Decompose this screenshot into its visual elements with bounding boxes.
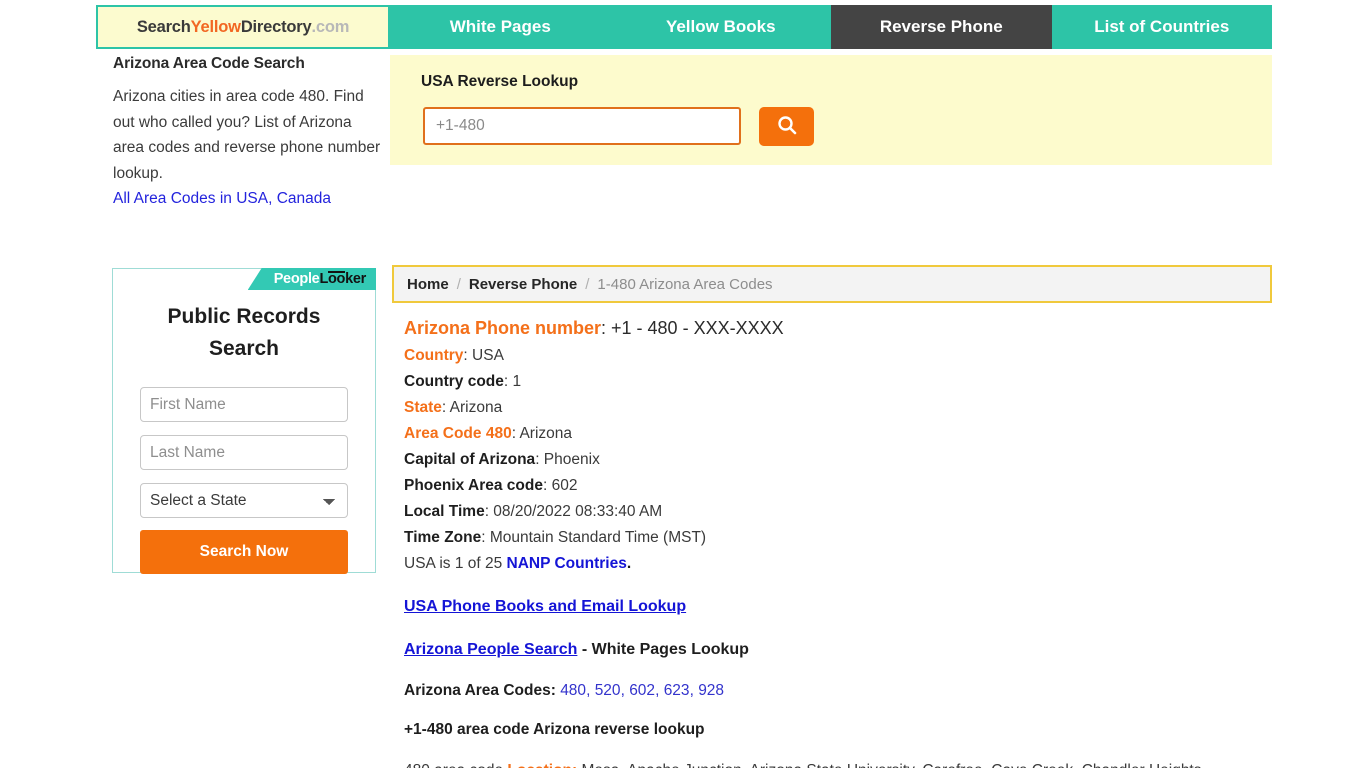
detail-value-phoenix-area-code: : 602 [542, 477, 578, 494]
detail-label-state: State [404, 399, 442, 416]
search-icon [776, 114, 798, 139]
detail-value-capital: : Phoenix [535, 451, 600, 468]
reverse-lookup-panel: USA Reverse Lookup [390, 55, 1272, 165]
breadcrumb-separator-2: / [585, 275, 590, 293]
breadcrumb-current: 1-480 Arizona Area Codes [597, 275, 773, 293]
detail-row-phoenix-area-code: Phoenix Area code: 602 [404, 473, 1254, 499]
people-search-row: Arizona People Search - White Pages Look… [404, 637, 1254, 663]
detail-row-state: State: Arizona [404, 395, 1254, 421]
detail-value-country-code: : 1 [503, 373, 522, 390]
detail-value-state: : Arizona [441, 399, 503, 416]
area-code-link-623[interactable]: 623 [664, 682, 690, 699]
people-search-suffix: - White Pages Lookup [577, 641, 749, 658]
breadcrumb-home[interactable]: Home [407, 276, 449, 293]
top-navigation: Search Yellow Directory .com White Pages Ye… [96, 5, 1272, 49]
nav-item-white-pages[interactable]: White Pages [390, 5, 611, 49]
arizona-area-codes-row: Arizona Area Codes: 480, 520, 602, 623, … [404, 682, 725, 699]
detail-value-local-time: : 08/20/2022 08:33:40 AM [484, 503, 663, 520]
detail-row-time-zone: Time Zone: Mountain Standard Time (MST) [404, 525, 1254, 551]
nav-item-yellow-books[interactable]: Yellow Books [611, 5, 832, 49]
detail-row-area-code: Area Code 480: Arizona [404, 421, 1254, 447]
breadcrumb-separator-1: / [456, 275, 461, 293]
detail-row-country: Country: USA [404, 343, 1254, 369]
detail-label-area-code: Area Code 480 [404, 425, 512, 442]
detail-label-country-code: Country code [404, 373, 504, 390]
all-area-codes-link[interactable]: All Area Codes in USA, Canada [113, 190, 331, 207]
logo-people-text: People [273, 271, 320, 287]
detail-value-phone-number: : +1 - 480 - XXX-XXXX [601, 318, 784, 338]
arizona-people-search-link[interactable]: Arizona People Search [404, 641, 577, 658]
nanp-countries-link[interactable]: NANP Countries [507, 555, 627, 572]
site-logo[interactable]: Search Yellow Directory .com [96, 5, 390, 49]
logo-part-yellow: Yellow [190, 17, 241, 36]
detail-value-area-code: : Arizona [511, 425, 573, 442]
state-select[interactable]: Select a State [140, 483, 348, 518]
logo-looker-text: Looker [319, 271, 366, 287]
area-code-link-928[interactable]: 928 [698, 682, 724, 699]
detail-row-nanp: USA is 1 of 25 NANP Countries. [404, 551, 1254, 577]
intro-block: Arizona Area Code Search Arizona cities … [113, 55, 383, 212]
reverse-lookup-heading: +1-480 area code Arizona reverse lookup [404, 721, 705, 738]
detail-label-phoenix-area-code: Phoenix Area code [404, 477, 543, 494]
nav-item-list-of-countries[interactable]: List of Countries [1052, 5, 1273, 49]
public-records-widget: PeopleLooker Public Records Search Selec… [112, 268, 376, 574]
page-root: Search Yellow Directory .com White Pages Ye… [0, 0, 1366, 768]
detail-value-time-zone: : Mountain Standard Time (MST) [481, 529, 707, 546]
last-name-input[interactable] [140, 435, 348, 470]
usa-phone-books-link[interactable]: USA Phone Books and Email Lookup [404, 594, 1254, 620]
logo-part-directory: Directory [240, 17, 312, 36]
area-code-link-480[interactable]: 480 [560, 682, 586, 699]
location-paragraph: 480 area code Location: Mesa, Apache Jun… [404, 758, 1219, 768]
peoplelooker-logo: People Looker [247, 268, 376, 290]
intro-paragraph: Arizona cities in area code 480. Find ou… [113, 88, 381, 182]
location-label: Location: [507, 762, 577, 768]
detail-row-country-code: Country code: 1 [404, 369, 1254, 395]
area-code-link-520[interactable]: 520 [595, 682, 621, 699]
nav-item-reverse-phone[interactable]: Reverse Phone [831, 5, 1052, 49]
detail-label-capital: Capital of Arizona [404, 451, 536, 468]
reverse-lookup-search-button[interactable] [759, 107, 814, 146]
reverse-lookup-input[interactable] [423, 107, 741, 145]
breadcrumb-reverse-phone[interactable]: Reverse Phone [469, 276, 577, 293]
nanp-prefix-text: USA is 1 of 25 [404, 555, 507, 572]
detail-label-phone-number: Arizona Phone number [404, 318, 602, 338]
location-prefix: 480 area code [404, 762, 507, 768]
breadcrumb: Home / Reverse Phone / 1-480 Arizona Are… [392, 265, 1272, 303]
detail-label-local-time: Local Time [404, 503, 485, 520]
arizona-area-codes-label: Arizona Area Codes: [404, 682, 561, 699]
reverse-lookup-title: USA Reverse Lookup [421, 73, 579, 90]
nanp-suffix-text: . [626, 555, 632, 572]
detail-row-phone-number: Arizona Phone number: +1 - 480 - XXX-XXX… [404, 313, 1254, 343]
detail-row-capital: Capital of Arizona: Phoenix [404, 447, 1254, 473]
search-now-button[interactable]: Search Now [140, 530, 348, 574]
detail-label-time-zone: Time Zone [404, 529, 482, 546]
detail-label-country: Country [404, 347, 464, 364]
intro-heading: Arizona Area Code Search [113, 55, 305, 72]
first-name-input[interactable] [140, 387, 348, 422]
logo-part-search: Search [136, 17, 191, 36]
logo-part-com: .com [311, 17, 350, 36]
detail-row-local-time: Local Time: 08/20/2022 08:33:40 AM [404, 499, 1254, 525]
detail-value-country: : USA [463, 347, 504, 364]
area-code-details: Arizona Phone number: +1 - 480 - XXX-XXX… [404, 313, 1254, 768]
area-code-link-602[interactable]: 602 [629, 682, 655, 699]
